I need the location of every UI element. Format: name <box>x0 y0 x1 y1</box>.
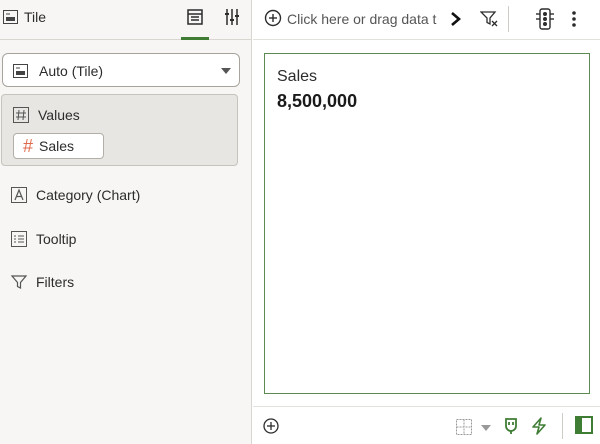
values-label: Values <box>38 107 80 123</box>
measure-pill-label: Sales <box>39 138 75 154</box>
bottom-divider <box>562 413 563 439</box>
hash-box-icon <box>13 107 29 123</box>
funnel-icon <box>10 274 28 290</box>
hash-icon: # <box>23 136 34 156</box>
plug-icon[interactable] <box>503 417 519 438</box>
tab-properties[interactable] <box>218 0 246 40</box>
sales-measure-pill[interactable]: # Sales <box>13 133 104 159</box>
category-label: Category (Chart) <box>36 187 141 203</box>
dropdown-arrow-icon[interactable] <box>481 425 491 431</box>
tile-viz-icon <box>13 64 28 81</box>
add-data-prompt[interactable]: Click here or drag data t <box>287 11 439 27</box>
list-box-icon <box>11 231 27 247</box>
grammar-panel: Tile Auto (Tile) Values # Sales Category… <box>0 0 252 444</box>
more-vertical-icon[interactable] <box>571 10 577 31</box>
chevron-right-icon[interactable] <box>450 11 462 30</box>
viz-type-label: Auto (Tile) <box>39 63 104 79</box>
tooltip-drop-target[interactable]: Tooltip <box>11 230 76 248</box>
toolbar-divider <box>508 6 509 32</box>
add-circle-icon[interactable] <box>263 418 279 437</box>
traffic-light-icon[interactable] <box>535 8 555 33</box>
filters-drop-target[interactable]: Filters <box>10 273 75 291</box>
tile-label: Sales <box>277 68 318 85</box>
add-circle-icon[interactable] <box>264 9 282 30</box>
grid-layout-icon[interactable] <box>456 419 472 438</box>
panel-header: Tile <box>0 0 251 40</box>
viz-type-select[interactable]: Auto (Tile) <box>2 53 240 87</box>
panel-title: Tile <box>24 9 47 25</box>
values-drop-target[interactable]: Values # Sales <box>1 94 238 166</box>
tab-selected-indicator <box>181 37 209 40</box>
tile-viz-icon <box>3 10 18 24</box>
lightning-icon[interactable] <box>531 417 547 438</box>
filter-x-icon[interactable] <box>479 10 498 31</box>
filters-label: Filters <box>36 274 75 290</box>
tab-grammar[interactable] <box>181 0 209 40</box>
canvas-bottom-bar <box>253 406 600 444</box>
letter-a-box-icon <box>11 187 27 203</box>
tooltip-label: Tooltip <box>36 231 77 247</box>
dropdown-arrow-icon <box>221 68 231 74</box>
values-header: Values <box>13 106 80 124</box>
panel-toggle-icon[interactable] <box>575 416 593 437</box>
category-drop-target[interactable]: Category (Chart) <box>11 186 140 204</box>
visualization-canvas[interactable]: Sales 8,500,000 <box>264 53 590 394</box>
tile-value: 8,500,000 <box>277 91 358 111</box>
canvas-toolbar: Click here or drag data t <box>253 0 600 40</box>
